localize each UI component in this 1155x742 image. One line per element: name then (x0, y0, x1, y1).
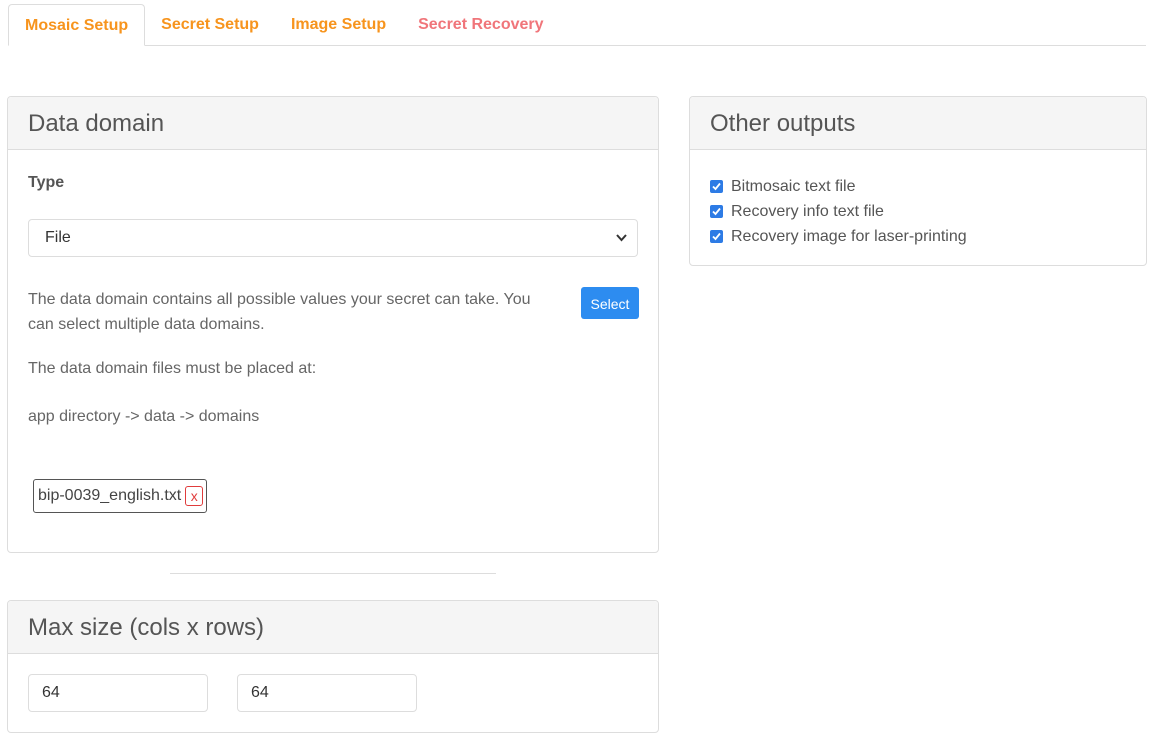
location-text: The data domain files must be placed at: (28, 360, 317, 377)
type-select[interactable]: File (28, 219, 638, 257)
checkmark-icon (712, 182, 721, 191)
max-size-panel: Max size (cols x rows) 64 64 (7, 600, 659, 733)
option-label: Recovery info text file (731, 202, 884, 220)
option-bitmosaic-text-file[interactable]: Bitmosaic text file (710, 174, 967, 199)
option-recovery-info-text-file[interactable]: Recovery info text file (710, 199, 967, 224)
output-options: Bitmosaic text file Recovery info text f… (710, 174, 967, 249)
tab-secret-recovery[interactable]: Secret Recovery (402, 4, 559, 45)
option-label: Bitmosaic text file (731, 177, 856, 195)
checkbox-bitmosaic[interactable] (710, 180, 723, 193)
chevron-down-icon (616, 220, 627, 269)
path-text: app directory -> data -> domains (28, 408, 260, 425)
remove-file-button[interactable]: x (185, 486, 204, 506)
checkbox-recovery-info[interactable] (710, 205, 723, 218)
cols-input[interactable]: 64 (28, 674, 208, 712)
data-domain-description: The data domain contains all possible va… (28, 291, 531, 333)
type-select-value: File (45, 229, 71, 246)
type-label: Type (28, 174, 65, 191)
rows-input[interactable]: 64 (237, 674, 417, 712)
checkmark-icon (712, 232, 721, 241)
tab-image-setup[interactable]: Image Setup (275, 4, 402, 45)
divider (170, 573, 496, 574)
data-domain-panel: Data domain Type File The data domain co… (7, 96, 659, 553)
other-outputs-panel: Other outputs Bitmosaic text file Recove… (689, 96, 1147, 266)
data-domain-title: Data domain (8, 97, 658, 150)
tab-bar: Mosaic Setup Secret Setup Image Setup Se… (8, 4, 1146, 46)
other-outputs-title: Other outputs (690, 97, 1146, 150)
file-chip: bip-0039_english.txt x (33, 479, 208, 513)
option-recovery-image[interactable]: Recovery image for laser-printing (710, 224, 967, 249)
select-button[interactable]: Select (581, 287, 639, 319)
file-chip-name: bip-0039_english.txt (38, 487, 182, 504)
checkmark-icon (712, 207, 721, 216)
tab-secret-setup[interactable]: Secret Setup (145, 4, 275, 45)
max-size-title: Max size (cols x rows) (8, 601, 658, 654)
tab-mosaic-setup[interactable]: Mosaic Setup (8, 4, 146, 46)
checkbox-recovery-image[interactable] (710, 230, 723, 243)
option-label: Recovery image for laser-printing (731, 227, 967, 245)
